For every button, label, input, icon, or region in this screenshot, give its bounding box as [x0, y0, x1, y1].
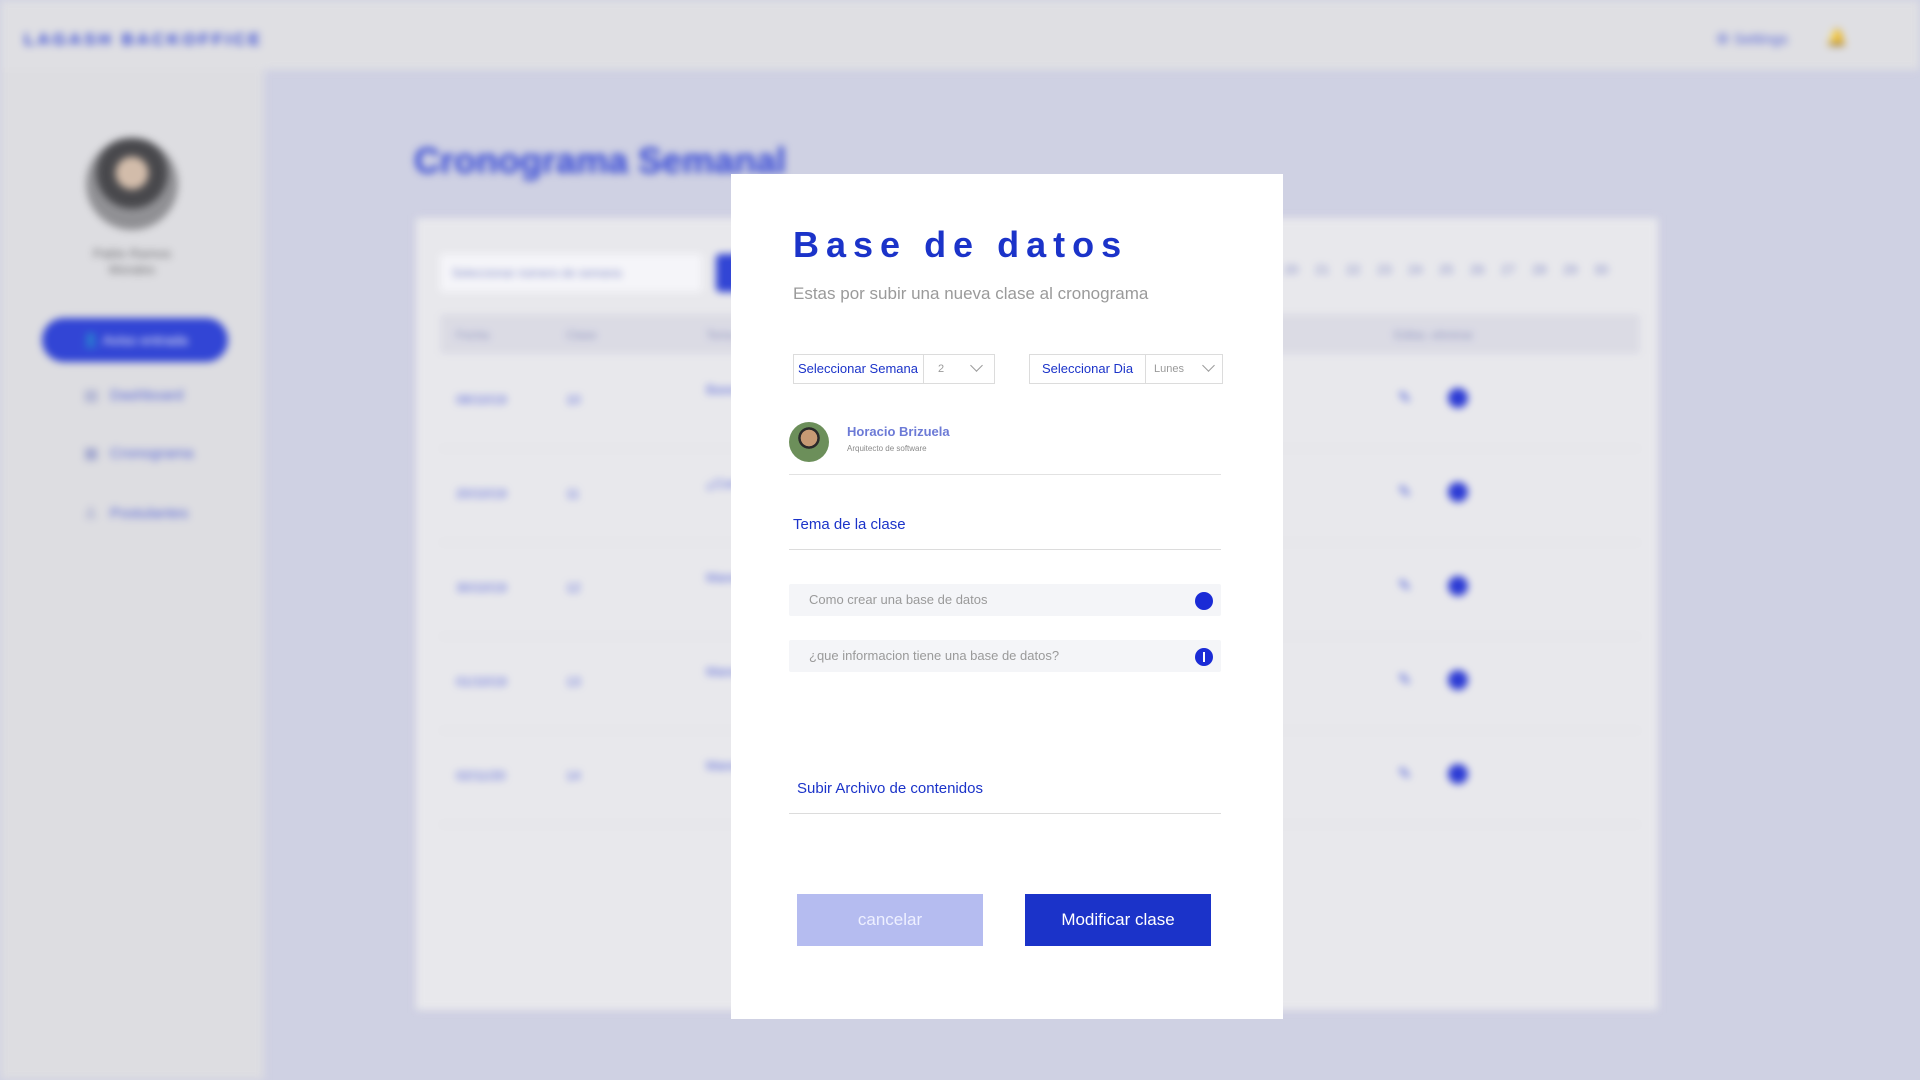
- week-select-value: 2: [938, 363, 945, 375]
- instructor-card: Horacio Brizuela Arquitecto de software: [789, 422, 1221, 475]
- upload-file-field[interactable]: Subir Archivo de contenidos: [789, 780, 1221, 814]
- chevron-down-icon: [970, 359, 983, 372]
- day-select[interactable]: Seleccionar Dia Lunes: [1029, 354, 1223, 384]
- cancel-button[interactable]: cancelar: [797, 894, 983, 946]
- topic-field-label[interactable]: Tema de la clase: [789, 516, 1221, 550]
- info-icon[interactable]: [1195, 648, 1213, 666]
- week-select[interactable]: Seleccionar Semana 2: [793, 354, 995, 384]
- topic-item-text: ¿que informacion tiene una base de datos…: [809, 648, 1060, 663]
- dot-icon[interactable]: [1195, 592, 1213, 610]
- modal-subtitle: Estas por subir una nueva clase al crono…: [793, 284, 1149, 303]
- instructor-name: Horacio Brizuela: [847, 424, 950, 439]
- modal-title: Base de datos: [793, 224, 1129, 265]
- topic-item[interactable]: ¿que informacion tiene una base de datos…: [789, 640, 1221, 672]
- instructor-role: Arquitecto de software: [847, 444, 927, 453]
- modify-class-button[interactable]: Modificar clase: [1025, 894, 1211, 946]
- topic-item[interactable]: Como crear una base de datos: [789, 584, 1221, 616]
- week-select-label: Seleccionar Semana: [794, 355, 924, 383]
- day-select-label: Seleccionar Dia: [1030, 355, 1146, 383]
- day-select-value: Lunes: [1154, 363, 1184, 375]
- chevron-down-icon: [1202, 359, 1215, 372]
- topic-item-text: Como crear una base de datos: [809, 592, 988, 607]
- avatar: [789, 422, 829, 462]
- edit-class-modal: Base de datos Estas por subir una nueva …: [731, 174, 1283, 1019]
